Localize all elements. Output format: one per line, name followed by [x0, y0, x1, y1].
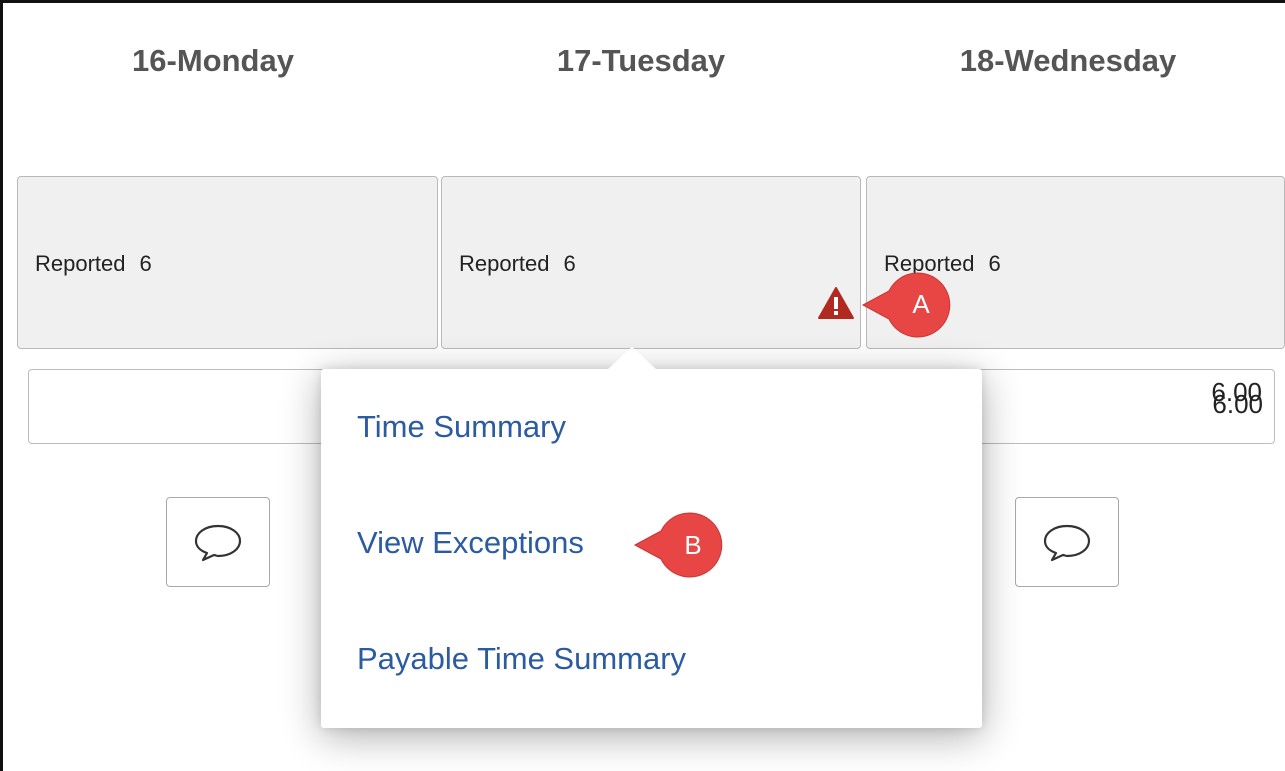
reported-label: Reported [459, 251, 550, 276]
hours-input-monday[interactable] [28, 369, 328, 444]
popup-pointer [608, 347, 656, 369]
speech-bubble-icon [1043, 524, 1091, 562]
menu-item-view-exceptions[interactable]: View Exceptions [357, 525, 584, 561]
day-header-tuesday: 17-Tuesday [556, 43, 726, 78]
menu-item-payable-time-summary[interactable]: Payable Time Summary [357, 641, 686, 677]
reported-value: 6 [988, 251, 1001, 276]
reported-label: Reported [35, 251, 126, 276]
comment-button-monday[interactable] [166, 497, 270, 587]
callout-a-label: A [912, 289, 930, 319]
reported-hours: Reported 6 [459, 251, 576, 277]
menu-item-time-summary[interactable]: Time Summary [357, 409, 566, 445]
reported-hours: Reported 6 [35, 251, 152, 277]
callout-b-label: B [684, 530, 702, 560]
comment-button-wednesday[interactable] [1015, 497, 1119, 587]
warning-triangle-icon[interactable] [817, 286, 855, 320]
day-header-monday: 16-Monday [132, 43, 294, 78]
timesheet-panel: 16-Monday 17-Tuesday 18-Wednesday Report… [0, 0, 1285, 771]
day-header-wednesday: 18-Wednesday [959, 43, 1177, 78]
reported-value: 6 [139, 251, 152, 276]
hours-input-wednesday[interactable] [953, 369, 1275, 444]
reported-value: 6 [563, 251, 576, 276]
day-cell-tuesday[interactable]: Reported 6 [441, 176, 861, 349]
day-cell-monday[interactable]: Reported 6 [17, 176, 438, 349]
speech-bubble-icon [194, 524, 242, 562]
